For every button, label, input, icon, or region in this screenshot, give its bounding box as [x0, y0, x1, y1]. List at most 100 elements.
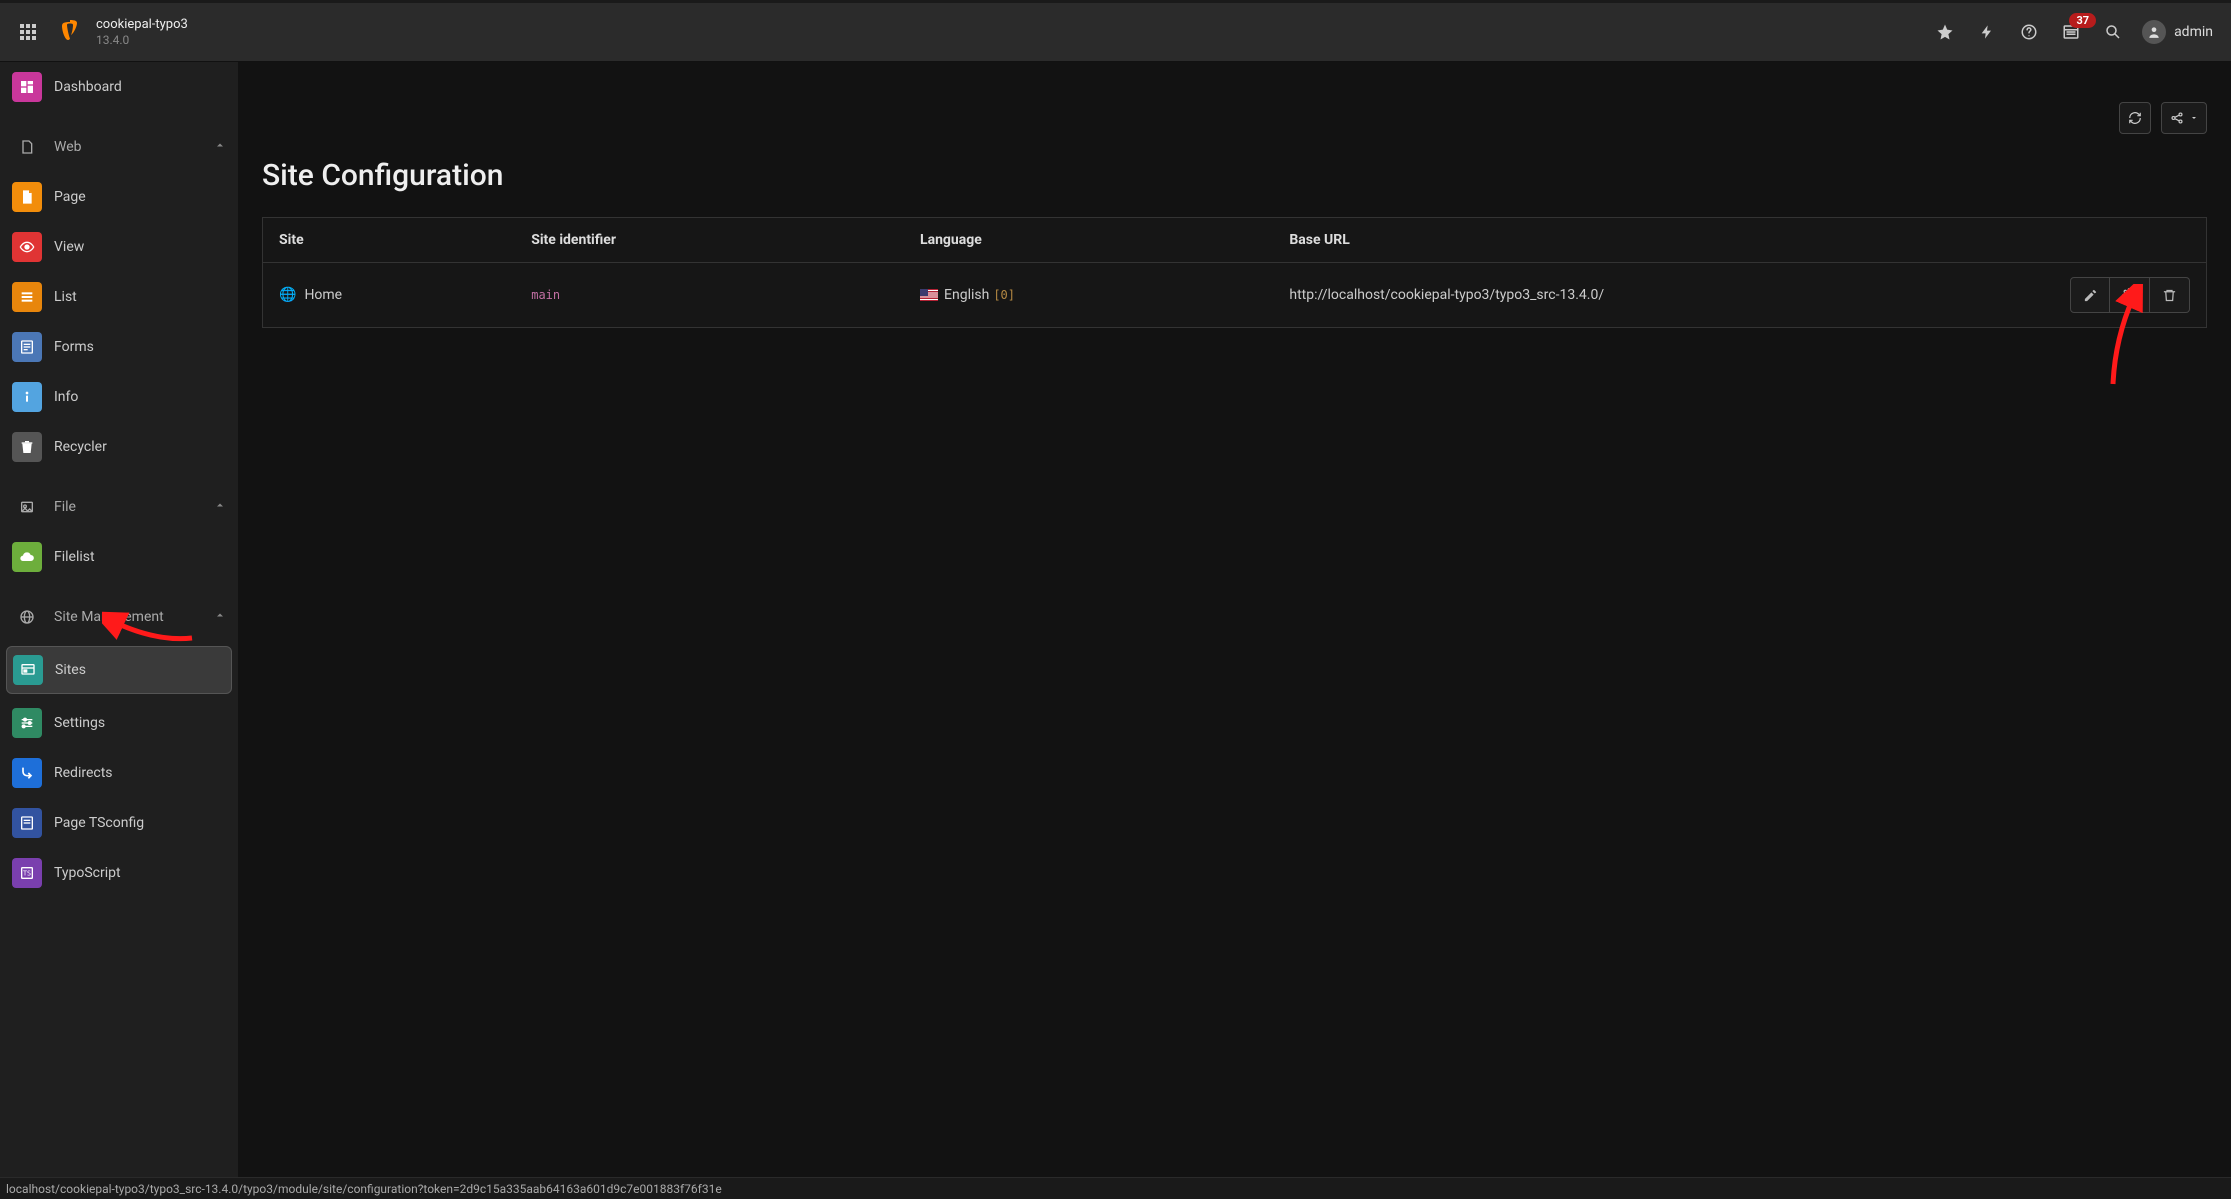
- user-icon: [2147, 25, 2161, 39]
- sidebar-item-label: Page: [54, 189, 86, 205]
- forms-icon: [12, 332, 42, 362]
- chevron-down-icon: [2190, 114, 2198, 122]
- sidebar-item-filelist[interactable]: Filelist: [0, 532, 238, 582]
- sidebar-item-page-tsconfig[interactable]: Page TSconfig: [0, 798, 238, 848]
- sidebar-group-label: Web: [54, 139, 82, 155]
- refresh-button[interactable]: [2119, 102, 2151, 134]
- sidebar-group-site-management[interactable]: Site Management: [0, 588, 238, 642]
- col-language: Language: [904, 218, 1273, 263]
- globe-icon: 🌐: [279, 287, 296, 303]
- sidebar-item-label: Forms: [54, 339, 94, 355]
- cache-button[interactable]: [1966, 11, 2008, 53]
- dashboard-icon: [12, 72, 42, 102]
- sidebar-item-recycler[interactable]: Recycler: [0, 422, 238, 472]
- app-switcher-button[interactable]: [10, 14, 46, 50]
- sidebar-item-label: Dashboard: [54, 79, 122, 95]
- username: admin: [2174, 24, 2213, 40]
- sidebar-item-typoscript[interactable]: TSTypoScript: [0, 848, 238, 898]
- avatar: [2142, 20, 2166, 44]
- grid-icon: [20, 24, 36, 40]
- pencil-icon: [2083, 288, 2098, 303]
- statusbar-text: localhost/cookiepal-typo3/typo3_src-13.4…: [6, 1182, 722, 1196]
- sidebar-group-file[interactable]: File: [0, 478, 238, 532]
- chevron-up-icon: [214, 609, 226, 625]
- settings-button[interactable]: [2110, 277, 2150, 313]
- sidebar-item-page[interactable]: Page: [0, 172, 238, 222]
- sliders-icon: [12, 708, 42, 738]
- site-name: cookiepal-typo3: [96, 17, 188, 33]
- file-group-icon: [12, 492, 42, 522]
- site-info: cookiepal-typo3 13.4.0: [96, 17, 188, 47]
- sidebar-item-label: Filelist: [54, 549, 95, 565]
- identifier-text: main: [531, 288, 560, 302]
- topbar: cookiepal-typo3 13.4.0 37 admin: [0, 0, 2231, 62]
- list-icon: [12, 282, 42, 312]
- language-text: English: [944, 287, 989, 303]
- sidebar-item-label: Settings: [54, 715, 105, 731]
- sidebar-item-label: View: [54, 239, 84, 255]
- sidebar-group-label: File: [54, 499, 76, 515]
- sidebar-item-redirects[interactable]: Redirects: [0, 748, 238, 798]
- baseurl-text: http://localhost/cookiepal-typo3/typo3_s…: [1289, 287, 1604, 303]
- typoscript-icon: TS: [12, 858, 42, 888]
- sidebar-item-forms[interactable]: Forms: [0, 322, 238, 372]
- sidebar-item-list[interactable]: List: [0, 272, 238, 322]
- site-table: Site Site identifier Language Base URL 🌐…: [262, 217, 2207, 328]
- sidebar-item-settings[interactable]: Settings: [0, 698, 238, 748]
- sidebar-item-info[interactable]: Info: [0, 372, 238, 422]
- site-icon: [13, 655, 43, 685]
- table-row: 🌐Home main English[0] http://localhost/cook…: [263, 263, 2207, 328]
- sidebar-item-view[interactable]: View: [0, 222, 238, 272]
- table-header-row: Site Site identifier Language Base URL: [263, 218, 2207, 263]
- sidebar-item-label: Sites: [55, 662, 86, 678]
- share-icon: [2170, 111, 2184, 125]
- sidebar-item-label: Page TSconfig: [54, 815, 144, 831]
- lightning-icon: [1979, 23, 1995, 41]
- edit-button[interactable]: [2070, 277, 2110, 313]
- cloud-icon: [12, 542, 42, 572]
- content-area: Site Configuration Site Site identifier …: [238, 62, 2231, 1177]
- site-version: 13.4.0: [96, 33, 188, 47]
- sidebar: Dashboard Web Page View List Forms Info Recycl…: [0, 62, 238, 1177]
- chevron-up-icon: [214, 499, 226, 515]
- bookmark-button[interactable]: [1924, 11, 1966, 53]
- info-icon: [12, 382, 42, 412]
- page-icon: [12, 182, 42, 212]
- cell-baseurl: http://localhost/cookiepal-typo3/typo3_s…: [1273, 263, 2046, 328]
- search-button[interactable]: [2092, 11, 2134, 53]
- typo3-logo[interactable]: [52, 14, 88, 50]
- svg-text:TS: TS: [23, 870, 31, 878]
- sidebar-item-label: Recycler: [54, 439, 107, 455]
- statusbar: localhost/cookiepal-typo3/typo3_src-13.4…: [0, 1177, 2231, 1199]
- user-menu[interactable]: admin: [2142, 20, 2213, 44]
- refresh-icon: [2128, 111, 2142, 125]
- tsconfig-icon: [12, 808, 42, 838]
- sidebar-item-label: Info: [54, 389, 78, 405]
- flag-us-icon: [920, 289, 938, 301]
- col-site: Site: [263, 218, 516, 263]
- page-title: Site Configuration: [262, 158, 2207, 193]
- delete-button[interactable]: [2150, 277, 2190, 313]
- sidebar-item-label: Redirects: [54, 765, 113, 781]
- content-toolbar: [238, 62, 2231, 134]
- typo3-shield-icon: [58, 20, 82, 44]
- col-identifier: Site identifier: [515, 218, 904, 263]
- notifications-button[interactable]: 37: [2050, 11, 2092, 53]
- web-group-icon: [12, 132, 42, 162]
- redirect-icon: [12, 758, 42, 788]
- cell-identifier: main: [515, 263, 904, 328]
- trash-icon: [12, 432, 42, 462]
- chevron-up-icon: [214, 139, 226, 155]
- col-baseurl: Base URL: [1273, 218, 2046, 263]
- sidebar-item-sites[interactable]: Sites: [6, 646, 232, 694]
- cell-language: English[0]: [904, 263, 1273, 328]
- sidebar-item-dashboard[interactable]: Dashboard: [0, 62, 238, 112]
- cell-actions: [2047, 263, 2207, 328]
- help-button[interactable]: [2008, 11, 2050, 53]
- help-icon: [2020, 23, 2038, 41]
- cell-site: 🌐Home: [263, 263, 516, 328]
- sidebar-group-web[interactable]: Web: [0, 118, 238, 172]
- sidebar-group-label: Site Management: [54, 609, 164, 625]
- eye-icon: [12, 232, 42, 262]
- share-button[interactable]: [2161, 102, 2207, 134]
